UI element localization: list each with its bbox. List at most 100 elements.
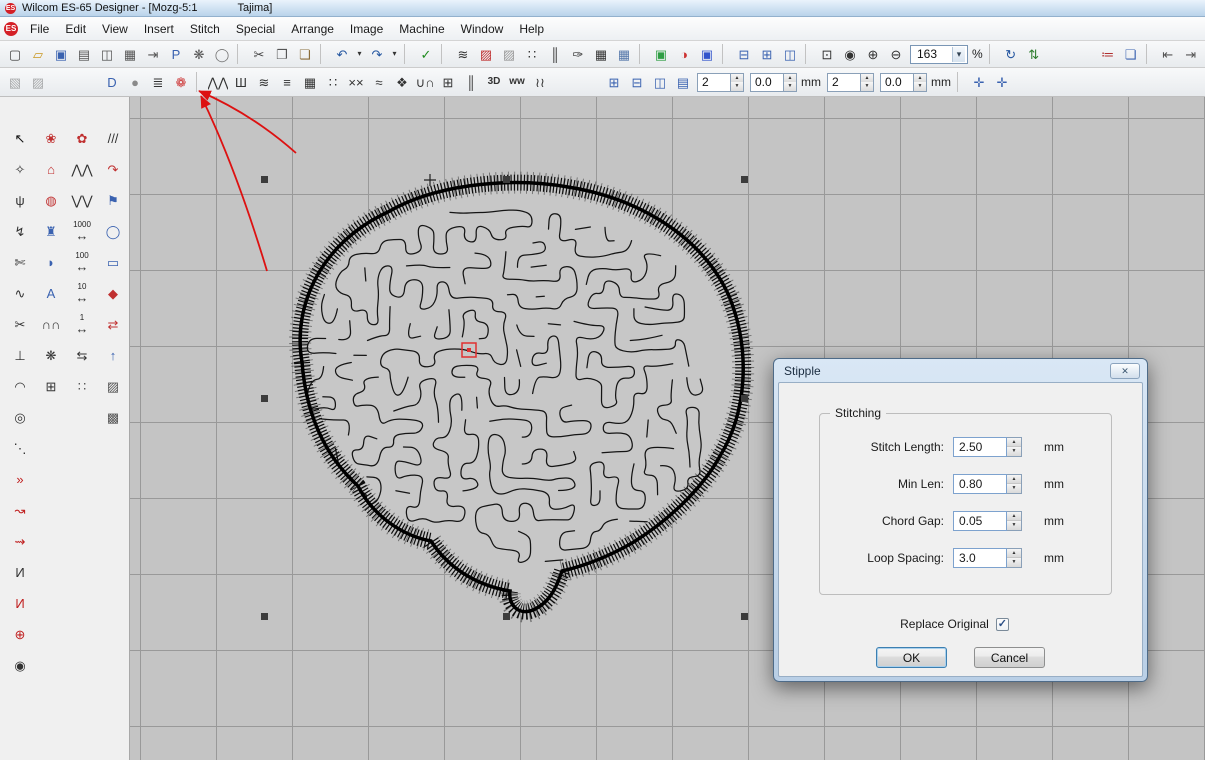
selection-handle[interactable] [261,613,268,620]
spinner-arrows[interactable] [1007,474,1022,494]
menu-arrange[interactable]: Arrange [283,18,342,40]
measure-icon[interactable]: ⊥ [8,344,33,366]
reshape-tool-icon[interactable]: ψ [8,189,33,211]
menu-edit[interactable]: Edit [57,18,94,40]
color-object-list-icon[interactable]: ❏ [1120,43,1142,65]
zigzag-run-icon[interactable]: ≋ [452,43,474,65]
n-run-icon[interactable]: И [8,561,33,583]
menu-stitch[interactable]: Stitch [182,18,228,40]
cancel-button[interactable]: Cancel [974,647,1045,668]
penetrations-icon[interactable]: ⋱ [8,437,33,459]
zoom-1-1-icon[interactable]: ◉ [839,43,861,65]
stitch-spacing-icon[interactable]: ▤ [672,71,694,93]
redraw-icon[interactable]: ↻ [1000,43,1022,65]
fancy-fill-icon[interactable]: ❖ [391,71,413,93]
travel-1000-icon[interactable]: 1000↔ [70,220,95,242]
spinner-arrows[interactable] [1007,548,1022,568]
zigzag-m-icon[interactable]: ⋀⋀ [70,158,95,180]
stitch-count-spinner[interactable]: 2 [697,73,744,92]
spinner-arrows[interactable] [784,73,797,92]
auto-digitize-icon[interactable]: ❋ [39,344,64,366]
feather-edge-icon[interactable]: ww [506,71,528,93]
stitch-edit-icon[interactable]: ↯ [8,220,33,242]
fan-stitch-icon[interactable]: ◠ [8,375,33,397]
ellipse-tool-icon[interactable]: ◯ [101,220,126,242]
curve-arrow-icon[interactable]: ↷ [101,158,126,180]
redo-menu-icon[interactable]: ▾ [389,43,400,65]
value-input[interactable]: 2.50 [953,437,1007,457]
auto-fabric-icon[interactable]: ⊞ [603,71,625,93]
menu-insert[interactable]: Insert [136,18,182,40]
new-design-icon[interactable]: ▢ [4,43,26,65]
monument-tool-icon[interactable]: ♜ [39,220,64,242]
spinner-arrows[interactable] [731,73,744,92]
design-browser-icon[interactable]: ◫ [779,43,801,65]
satin-fill-icon[interactable]: ▨ [475,43,497,65]
flower-tool-icon[interactable]: ❀ [39,127,64,149]
hatch-lines-icon[interactable]: /// [101,127,126,149]
menu-file[interactable]: File [22,18,57,40]
run-stitch-icon[interactable]: » [8,468,33,490]
zoom-box-icon[interactable]: ⊡ [816,43,838,65]
print-preview-icon[interactable]: ◫ [96,43,118,65]
team-names-icon[interactable]: ∩∩ [39,313,64,335]
travel-start-icon[interactable]: ⇤ [1157,43,1179,65]
show-appliques-icon[interactable]: D [101,71,123,93]
satin-stitch-icon[interactable]: ⋀⋀ [207,71,229,93]
warp-3d-icon[interactable]: 3D [483,71,505,93]
travel-10-icon[interactable]: 10↔ [70,282,95,304]
send-to-machine-icon[interactable]: ⇥ [142,43,164,65]
scissors-icon[interactable]: ✂ [8,313,33,335]
color-wheel-icon[interactable]: ◑ [673,43,695,65]
selection-handle[interactable] [741,176,748,183]
options-icon[interactable]: ❋ [188,43,210,65]
pattern-a-icon[interactable]: ▨ [101,375,126,397]
dim-artwork-icon[interactable]: ● [124,71,146,93]
kiosk-icon[interactable]: ⊞ [39,375,64,397]
pattern-b-icon[interactable]: ▩ [101,406,126,428]
menu-special[interactable]: Special [228,18,283,40]
menu-window[interactable]: Window [453,18,512,40]
value-input[interactable]: 0.05 [953,511,1007,531]
travel-marks-icon[interactable]: ∷ [70,375,95,397]
thread-colors-icon[interactable]: ▣ [650,43,672,65]
zoom-in-icon[interactable]: ⊕ [862,43,884,65]
polygon-select-icon[interactable]: ✧ [8,158,33,180]
knife-icon[interactable]: ✄ [8,251,33,273]
flower-fill-icon[interactable]: ✿ [70,127,95,149]
auto-scroll-icon[interactable]: ⇅ [1023,43,1045,65]
motif-run-icon[interactable]: ∷ [322,71,344,93]
cross-stitch-icon[interactable]: ×× [345,71,367,93]
design-check-icon[interactable]: ✓ [415,43,437,65]
trim-stitch-icon[interactable]: ⇝ [8,530,33,552]
zigzag-tool-icon[interactable]: ∿ [8,282,33,304]
rectangle-tool-icon[interactable]: ▭ [101,251,126,273]
up-arrow-icon[interactable]: ↑ [101,344,126,366]
menu-machine[interactable]: Machine [391,18,452,40]
flag-icon[interactable]: ⚑ [101,189,126,211]
program-split-icon[interactable]: ▦ [299,71,321,93]
hoop-icon[interactable]: ◯ [211,43,233,65]
spinner-arrows[interactable] [861,73,874,92]
stamp-tool-icon[interactable]: ◆ [101,282,126,304]
open-design-icon[interactable]: ▱ [27,43,49,65]
underlay-icon[interactable]: ◫ [649,71,671,93]
spinner-arrows[interactable] [914,73,927,92]
swap-arrows-icon[interactable]: ⇄ [101,313,126,335]
applique-icon[interactable]: ║ [544,43,566,65]
motif-fill-icon[interactable]: ∷ [521,43,543,65]
redo-icon[interactable]: ↷ [366,43,388,65]
undo-menu-icon[interactable]: ▾ [354,43,365,65]
zigzag-w-icon[interactable]: ⋁⋁ [70,189,95,211]
spinner-arrows[interactable] [1007,437,1022,457]
spinner-arrows[interactable] [1007,511,1022,531]
bitmap-artwork-icon[interactable]: ▧ [4,71,26,93]
e-stitch-icon[interactable]: Ш [230,71,252,93]
closed-shape-icon[interactable]: ❁ [170,71,192,93]
pin-stitch-icon[interactable]: ✑ [567,43,589,65]
stitch-length-spinner[interactable]: 0.0 mm [750,73,821,92]
travel-100-icon[interactable]: 100↔ [70,251,95,273]
copy-icon[interactable]: ❐ [271,43,293,65]
stipple-run-icon[interactable]: ≣ [147,71,169,93]
spacing-length-spinner[interactable]: 0.0 mm [880,73,951,92]
